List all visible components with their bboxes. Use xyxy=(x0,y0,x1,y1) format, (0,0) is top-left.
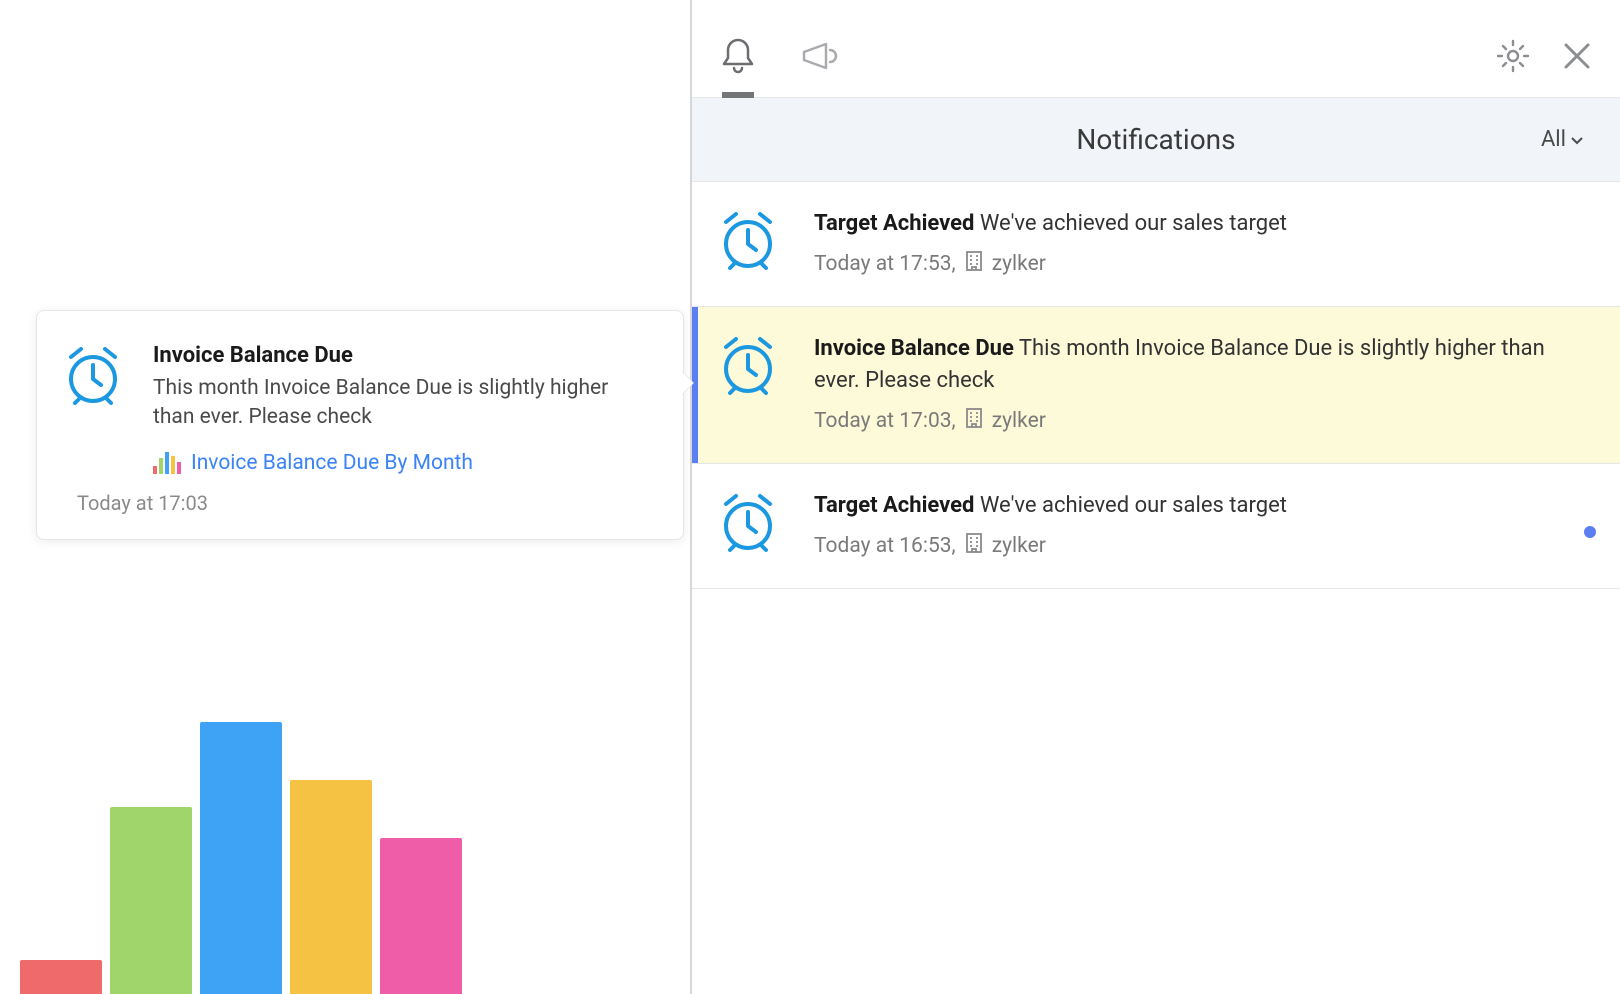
notification-text: Target Achieved We've achieved our sales… xyxy=(814,490,1584,522)
detail-timestamp: Today at 17:03 xyxy=(37,491,683,539)
notification-timestamp: Today at 17:53, xyxy=(814,252,956,276)
notification-timestamp: Today at 17:03, xyxy=(814,409,956,433)
notification-text: Invoice Balance Due This month Invoice B… xyxy=(814,333,1584,397)
tab-announcements[interactable] xyxy=(800,38,840,78)
detail-description: This month Invoice Balance Due is slight… xyxy=(153,374,643,433)
chevron-down-icon xyxy=(1570,127,1584,152)
filter-label: All xyxy=(1541,127,1566,152)
alarm-clock-icon xyxy=(716,208,780,278)
gear-icon xyxy=(1496,39,1530,77)
notification-org: zylker xyxy=(992,409,1046,433)
notifications-panel: Notifications All Target Achieved We've … xyxy=(690,0,1620,994)
building-icon xyxy=(964,250,984,278)
notification-detail-card: Invoice Balance Due This month Invoice B… xyxy=(36,310,684,540)
alarm-clock-icon xyxy=(61,343,125,475)
close-icon xyxy=(1562,41,1592,75)
app-root: Invoice Balance Due This month Invoice B… xyxy=(0,0,1620,994)
notification-meta: Today at 17:53, zylker xyxy=(814,250,1584,278)
bell-icon xyxy=(720,36,756,80)
alarm-clock-icon xyxy=(716,333,780,435)
megaphone-icon xyxy=(800,38,840,78)
chart-bar xyxy=(200,722,282,994)
detail-title: Invoice Balance Due xyxy=(153,343,643,368)
chart-pane: Invoice Balance Due This month Invoice B… xyxy=(0,0,690,994)
building-icon xyxy=(964,407,984,435)
close-button[interactable] xyxy=(1562,41,1592,75)
detail-report-link[interactable]: Invoice Balance Due By Month xyxy=(153,451,643,475)
notification-item[interactable]: Target Achieved We've achieved our sales… xyxy=(692,182,1620,307)
panel-title: Notifications xyxy=(1076,123,1235,156)
notification-meta: Today at 17:03, zylker xyxy=(814,407,1584,435)
panel-header: Notifications All xyxy=(692,98,1620,182)
detail-report-link-label: Invoice Balance Due By Month xyxy=(191,451,473,475)
panel-tabbar xyxy=(692,0,1620,98)
notification-item[interactable]: Target Achieved We've achieved our sales… xyxy=(692,464,1620,589)
filter-dropdown[interactable]: All xyxy=(1541,127,1584,152)
notification-item[interactable]: Invoice Balance Due This month Invoice B… xyxy=(692,307,1620,464)
notification-text: Target Achieved We've achieved our sales… xyxy=(814,208,1584,240)
unread-indicator xyxy=(1584,526,1596,538)
chart-bar xyxy=(290,780,372,994)
alarm-clock-icon xyxy=(716,490,780,560)
chart-bar xyxy=(20,960,102,994)
notification-list: Target Achieved We've achieved our sales… xyxy=(692,182,1620,994)
settings-button[interactable] xyxy=(1496,39,1530,77)
bar-chart xyxy=(20,654,670,994)
notification-timestamp: Today at 16:53, xyxy=(814,534,956,558)
tab-notifications[interactable] xyxy=(720,36,756,80)
notification-org: zylker xyxy=(992,534,1046,558)
bar-chart-icon xyxy=(153,452,181,474)
notification-meta: Today at 16:53, zylker xyxy=(814,532,1584,560)
building-icon xyxy=(964,532,984,560)
notification-org: zylker xyxy=(992,252,1046,276)
chart-bar xyxy=(380,838,462,994)
chart-bar xyxy=(110,807,192,994)
